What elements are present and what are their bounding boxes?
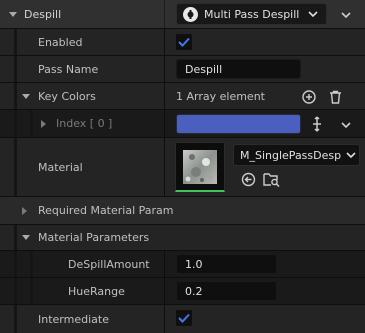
enabled-row: Enabled <box>0 29 365 56</box>
hue-range-row: HueRange 0.2 <box>0 278 365 305</box>
intermediate-label: Intermediate <box>38 312 109 326</box>
key-colors-summary: 1 Array element <box>176 89 265 103</box>
material-params-expand-icon[interactable] <box>22 225 30 250</box>
use-selected-asset-icon[interactable] <box>240 171 256 187</box>
despill-label: Despill <box>24 7 62 21</box>
index-expand-icon[interactable] <box>41 110 46 137</box>
hue-range-label: HueRange <box>68 284 125 298</box>
material-asset-name: M_SinglePassDesp <box>240 148 342 162</box>
material-params-row[interactable]: Material Parameters <box>0 225 365 251</box>
material-params-label: Material Parameters <box>38 231 150 244</box>
pass-name-row: Pass Name Despill <box>0 56 365 83</box>
chevron-down-icon <box>308 8 318 21</box>
despill-amount-row: DeSpillAmount 1.0 <box>0 251 365 278</box>
pass-name-input[interactable]: Despill <box>176 59 301 79</box>
checkmark-icon <box>178 313 190 323</box>
expand-options-chevron-icon[interactable] <box>339 9 353 21</box>
pass-name-label: Pass Name <box>38 62 99 76</box>
enabled-label: Enabled <box>38 35 83 49</box>
add-element-icon[interactable] <box>301 89 317 105</box>
class-type-icon <box>183 6 198 22</box>
despill-expand-icon[interactable] <box>9 0 17 28</box>
material-row: Material M_SinglePassDesp <box>0 138 365 197</box>
despill-amount-input[interactable]: 1.0 <box>176 254 277 274</box>
key-color-swatch[interactable] <box>176 114 301 134</box>
key-colors-expand-icon[interactable] <box>22 83 30 109</box>
material-preview-icon <box>183 150 217 184</box>
despill-amount-label: DeSpillAmount <box>68 257 150 271</box>
key-color-index-row: Index [ 0 ] <box>0 110 365 138</box>
material-thumbnail[interactable] <box>175 142 225 192</box>
required-params-expand-icon[interactable] <box>22 197 27 224</box>
material-label: Material <box>38 160 83 174</box>
required-params-row[interactable]: Required Material Param <box>0 197 365 225</box>
intermediate-row: Intermediate <box>0 305 365 333</box>
class-dropdown[interactable]: Multi Pass Despill <box>176 3 327 25</box>
material-asset-dropdown[interactable]: M_SinglePassDesp <box>233 144 360 166</box>
browse-asset-icon[interactable] <box>262 171 280 187</box>
index-options-chevron-icon[interactable] <box>339 119 353 131</box>
key-colors-row[interactable]: Key Colors 1 Array element <box>0 83 365 110</box>
key-colors-label: Key Colors <box>38 89 96 103</box>
index-label: Index [ 0 ] <box>56 117 113 130</box>
required-params-label: Required Material Param <box>38 204 174 217</box>
intermediate-checkbox[interactable] <box>176 310 192 326</box>
enabled-checkbox[interactable] <box>176 34 192 50</box>
trash-icon[interactable] <box>327 89 343 105</box>
reorder-handle-icon[interactable] <box>309 115 325 133</box>
class-dropdown-value: Multi Pass Despill <box>204 7 300 21</box>
hue-range-input[interactable]: 0.2 <box>176 281 277 301</box>
chevron-down-icon <box>346 149 356 162</box>
despill-header-row[interactable]: Despill Multi Pass Despill <box>0 0 365 29</box>
checkmark-icon <box>178 37 190 47</box>
